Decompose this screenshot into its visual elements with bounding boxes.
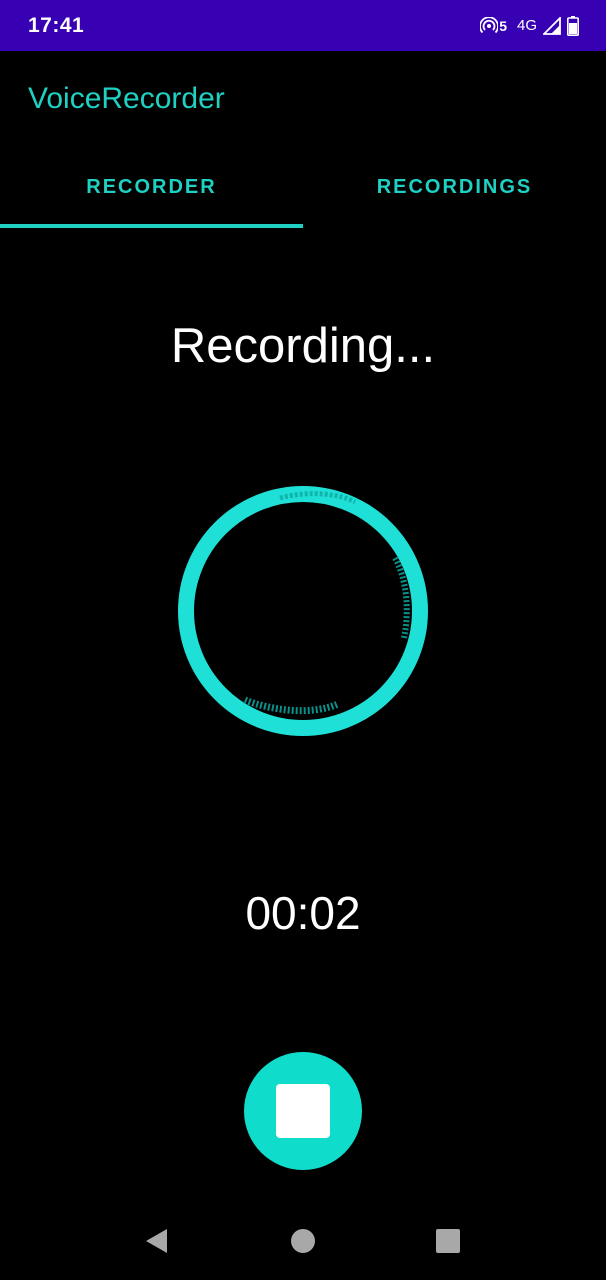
hotspot-count: 5 [499, 17, 507, 34]
tab-recorder[interactable]: RECORDER [0, 150, 303, 228]
app-root: 17:41 5 4G VoiceRecorder RECORDER RECORD… [0, 0, 606, 1280]
nav-back-button[interactable] [141, 1226, 171, 1256]
network-type: 4G [516, 17, 537, 34]
tab-bar: RECORDER RECORDINGS [0, 150, 606, 228]
recording-timer: 00:02 [245, 887, 361, 939]
home-circle-icon [291, 1229, 315, 1253]
recording-status-text: Recording... [170, 319, 436, 373]
recents-square-icon [436, 1229, 460, 1253]
visualizer-outer-ring [178, 486, 428, 736]
hotspot-icon [480, 16, 499, 33]
stop-recording-button[interactable] [244, 1052, 362, 1170]
tab-recorder-label: RECORDER [86, 176, 217, 198]
battery-icon [567, 15, 579, 36]
status-icons: 5 4G [480, 15, 579, 36]
tab-recordings-label: RECORDINGS [376, 176, 533, 198]
audio-visualizer [178, 486, 428, 736]
hotspot-indicator: 5 [480, 16, 507, 35]
signal-icon [543, 16, 561, 35]
back-triangle-icon [146, 1229, 167, 1253]
system-nav-bar [0, 1200, 606, 1280]
nav-recents-button[interactable] [433, 1226, 463, 1256]
visualizer-wave-bottom [243, 696, 340, 715]
tab-recordings[interactable]: RECORDINGS [303, 150, 606, 228]
tab-indicator [0, 224, 303, 228]
stop-icon [276, 1084, 330, 1138]
status-bar: 17:41 5 4G [0, 0, 606, 51]
status-time: 17:41 [28, 13, 85, 37]
app-title: VoiceRecorder [28, 82, 225, 115]
nav-home-button[interactable] [288, 1226, 318, 1256]
